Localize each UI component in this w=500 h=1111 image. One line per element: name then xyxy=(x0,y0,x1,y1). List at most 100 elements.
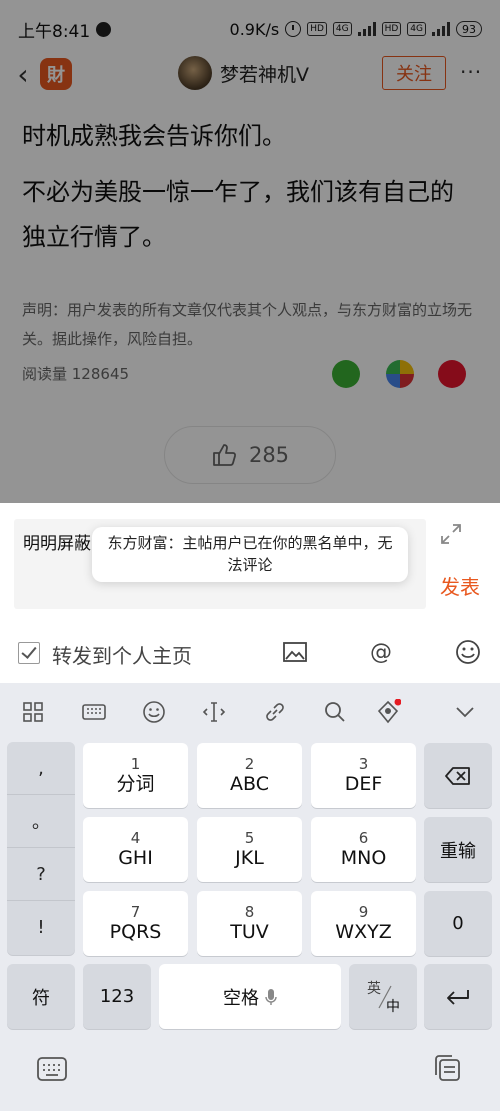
network-type-2: 4G xyxy=(407,22,426,36)
key-number: 5 xyxy=(244,828,255,847)
clipboard-icon[interactable] xyxy=(432,1053,462,1083)
space-label: 空格 xyxy=(223,987,259,1009)
punctuation-column: , 。 ? ! xyxy=(7,742,75,955)
key-letters: WXYZ xyxy=(335,920,392,943)
nav-bar: ‹ 財 梦若神机V 关注 ··· xyxy=(0,48,500,100)
key-8[interactable]: 8 TUV xyxy=(197,891,302,956)
cursor-icon[interactable] xyxy=(201,699,227,725)
keyboard-toolbar xyxy=(0,683,500,741)
globe-icon xyxy=(96,21,112,37)
like-button[interactable]: 285 xyxy=(164,426,336,484)
battery-icon: 93 xyxy=(456,21,482,37)
punct-key[interactable]: , xyxy=(7,742,75,795)
keyboard-switch-icon[interactable] xyxy=(36,1055,68,1083)
toast-message: 东方财富：主帖用户已在你的黑名单中，无法评论 xyxy=(92,527,408,582)
repost-label: 转发到个人主页 xyxy=(52,644,192,668)
link-icon[interactable] xyxy=(262,699,288,725)
emoji-icon[interactable] xyxy=(141,699,167,725)
avatar[interactable] xyxy=(178,56,212,90)
keyboard: , 。 ? ! 1 分词 2 ABC 3 DEF 4 GHI 5 JKL 6 MNO 7 PQ… xyxy=(0,683,500,1111)
hd-badge: HD xyxy=(307,22,327,36)
language-switch-key[interactable]: 英 中 xyxy=(349,964,417,1029)
back-icon[interactable]: ‹ xyxy=(8,54,38,94)
emoji-icon[interactable] xyxy=(455,639,481,665)
key-letters: JKL xyxy=(235,846,264,869)
reinput-label: 重输 xyxy=(440,840,476,862)
key-number: 8 xyxy=(244,902,255,921)
like-count: 285 xyxy=(248,443,290,467)
publish-button[interactable]: 发表 xyxy=(440,571,480,600)
key-5[interactable]: 5 JKL xyxy=(197,817,302,882)
expand-icon[interactable] xyxy=(440,523,462,545)
key-number: 2 xyxy=(244,754,255,773)
read-count: 阅读量 128645 xyxy=(22,365,130,383)
punct-key[interactable]: 。 xyxy=(7,795,75,848)
mic-icon xyxy=(265,988,277,1005)
key-number: 9 xyxy=(358,902,369,921)
key-7[interactable]: 7 PQRS xyxy=(83,891,188,956)
search-icon[interactable] xyxy=(322,699,348,725)
key-letters: DEF xyxy=(344,772,383,795)
more-icon[interactable]: ··· xyxy=(460,60,482,84)
wechat-icon[interactable] xyxy=(332,360,360,388)
key-letters: GHI xyxy=(118,846,153,869)
keyboard-icon[interactable] xyxy=(81,699,107,725)
key-9[interactable]: 9 WXYZ xyxy=(311,891,416,956)
article-paragraph-1: 时机成熟我会告诉你们。 xyxy=(22,122,286,150)
signal-icon xyxy=(357,22,376,36)
language-divider xyxy=(378,985,392,1009)
punct-key[interactable]: ! xyxy=(7,901,75,954)
key-letters: PQRS xyxy=(109,920,162,943)
keyboard-bottom-bar xyxy=(0,1033,500,1111)
backspace-icon xyxy=(445,766,470,785)
key-letters: MNO xyxy=(340,846,387,869)
zero-label: 0 xyxy=(452,913,464,934)
article-paragraph-3: 独立行情了。 xyxy=(22,223,166,251)
key-number: 6 xyxy=(358,828,369,847)
grid-icon[interactable] xyxy=(20,699,46,725)
backspace-key[interactable] xyxy=(424,743,492,808)
key-3[interactable]: 3 DEF xyxy=(311,743,416,808)
key-number: 3 xyxy=(358,754,369,773)
app-logo: 財 xyxy=(40,58,72,90)
author-name[interactable]: 梦若神机V xyxy=(220,60,309,87)
reinput-key[interactable]: 重输 xyxy=(424,817,492,882)
article-body: 时机成熟我会告诉你们。 不必为美股一惊一乍了，我们该有自己的 独立行情了。 声明… xyxy=(0,100,500,503)
alarm-icon xyxy=(285,21,302,37)
key-1[interactable]: 1 分词 xyxy=(83,743,188,808)
key-4[interactable]: 4 GHI xyxy=(83,817,188,882)
repost-checkbox[interactable] xyxy=(18,642,40,664)
battery-level: 93 xyxy=(462,22,476,36)
enter-key[interactable] xyxy=(424,964,492,1029)
key-number: 7 xyxy=(130,902,141,921)
voice-badge-icon[interactable] xyxy=(375,699,401,725)
collapse-icon[interactable] xyxy=(452,699,478,725)
punct-key[interactable]: ? xyxy=(7,848,75,901)
key-letters: 分词 xyxy=(116,772,155,795)
signal-icon-2 xyxy=(432,22,450,36)
network-speed: 0.9K/s xyxy=(229,19,280,39)
key-number: 1 xyxy=(130,754,141,773)
lang-top: 英 xyxy=(367,981,381,997)
moments-icon[interactable] xyxy=(386,360,414,388)
mention-icon[interactable]: @ xyxy=(368,639,394,665)
status-time: 上午8:41 xyxy=(18,21,91,42)
symbol-label: 符 xyxy=(32,987,50,1009)
disclaimer: 声明：用户发表的所有文章仅代表其个人观点，与东方财富的立场无关。据此操作，风险自… xyxy=(22,301,473,348)
follow-button[interactable]: 关注 xyxy=(382,56,446,90)
key-2[interactable]: 2 ABC xyxy=(197,743,302,808)
key-6[interactable]: 6 MNO xyxy=(311,817,416,882)
symbol-key[interactable]: 符 xyxy=(7,964,75,1029)
lang-bottom: 中 xyxy=(386,999,400,1015)
key-number: 4 xyxy=(130,828,141,847)
numbers-label: 123 xyxy=(99,986,135,1007)
network-type: 4G xyxy=(332,22,352,36)
key-letters: TUV xyxy=(230,920,269,943)
zero-key[interactable]: 0 xyxy=(424,891,492,956)
weibo-icon[interactable] xyxy=(438,360,466,388)
hd-badge-2: HD xyxy=(381,22,402,36)
image-icon[interactable] xyxy=(282,639,308,665)
enter-icon xyxy=(447,989,469,1005)
space-key[interactable]: 空格 xyxy=(159,964,341,1029)
numbers-key[interactable]: 123 xyxy=(83,964,151,1029)
